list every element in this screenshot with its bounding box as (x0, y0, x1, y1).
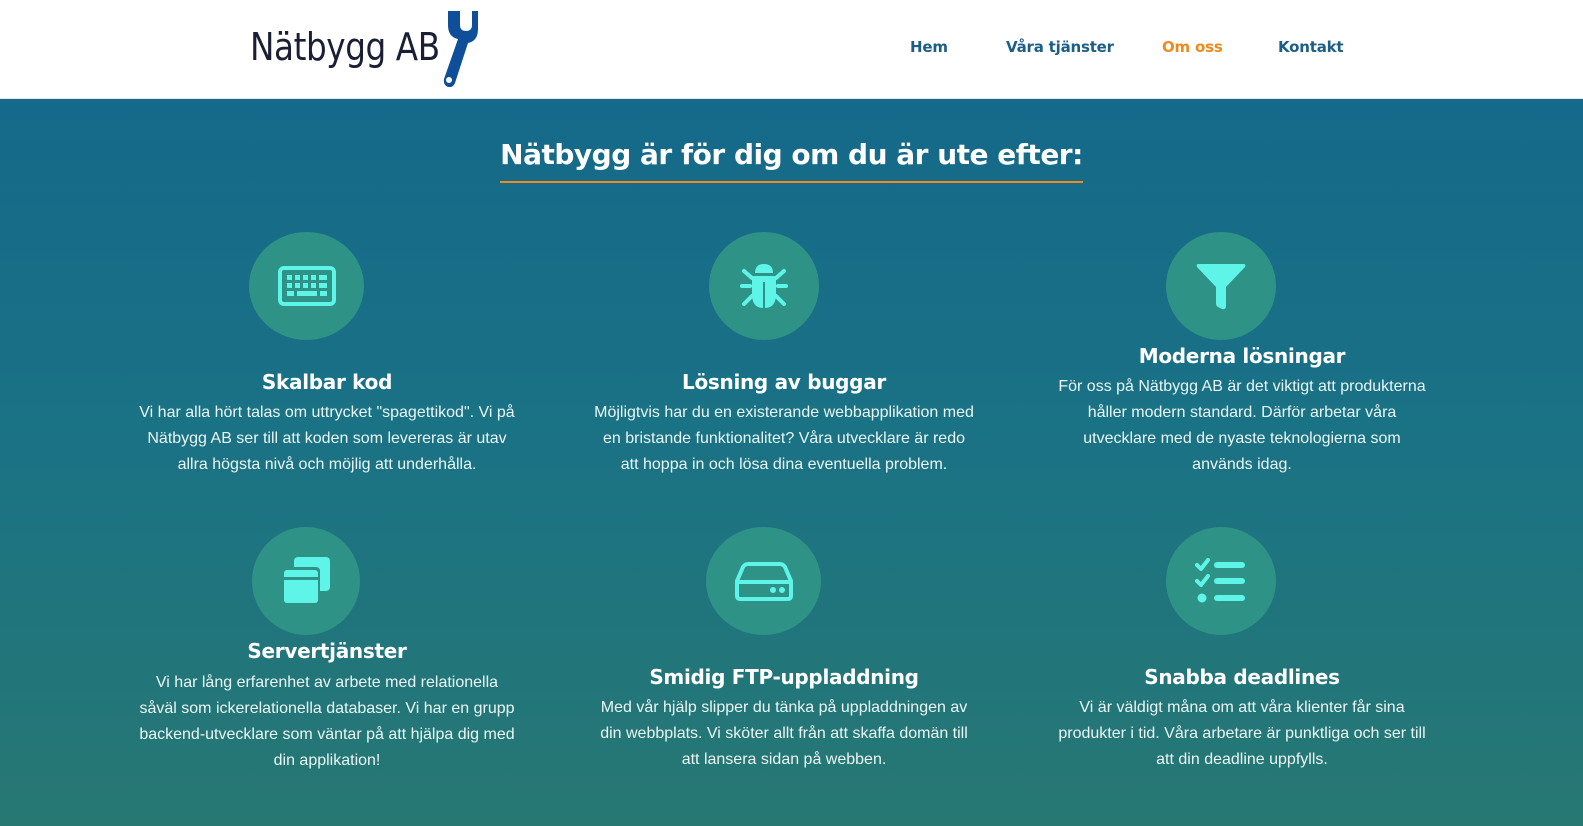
feature-icon-badge (1166, 527, 1276, 635)
windows-icon (282, 557, 330, 605)
feature-text: Med vår hjälp slipper du tänka på upplad… (600, 699, 968, 768)
feature-card: Smidig FTP-uppladdning Med vår hjälp sli… (594, 99, 974, 799)
features-section: Nätbygg är för dig om du är ute efter: S… (0, 99, 1583, 826)
feature-icon-badge (706, 527, 821, 635)
feature-icon-badge (252, 527, 360, 635)
site-header: Nätbygg AB Hem Våra tjänster Om oss Kont… (0, 0, 1583, 99)
nav-home[interactable]: Hem (910, 38, 948, 56)
hdd-icon (734, 562, 793, 601)
checklist-icon (1195, 558, 1245, 603)
nav-contact[interactable]: Kontakt (1278, 38, 1344, 56)
nav-about[interactable]: Om oss (1162, 38, 1223, 56)
feature-title: Smidig FTP-uppladdning (649, 665, 919, 689)
nav-services[interactable]: Våra tjänster (1006, 38, 1114, 56)
feature-text: Vi är väldigt måna om att våra klienter … (1058, 699, 1426, 768)
feature-card: Servertjänster Vi har lång erfarenhet av… (137, 99, 517, 799)
feature-text: Vi har lång erfarenhet av arbete med rel… (139, 674, 515, 769)
feature-title: Snabba deadlines (1144, 665, 1340, 689)
feature-title: Servertjänster (247, 639, 407, 663)
main-nav: Hem Våra tjänster Om oss Kontakt (0, 38, 1583, 62)
feature-card: Snabba deadlines Vi är väldigt måna om a… (1052, 99, 1432, 799)
